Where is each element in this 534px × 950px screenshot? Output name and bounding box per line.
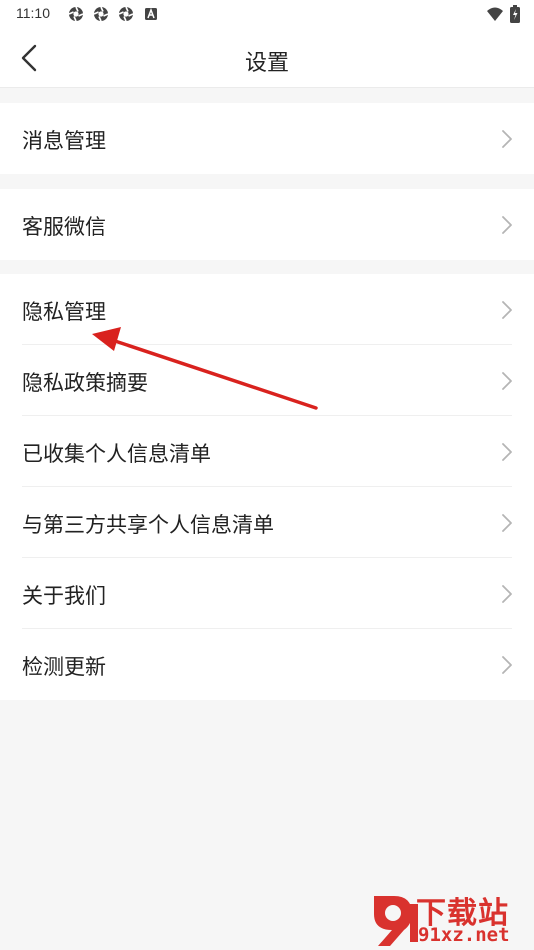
settings-item-customer-service-wechat[interactable]: 客服微信 bbox=[0, 189, 534, 260]
watermark: 下载站 91xz.net bbox=[364, 888, 534, 950]
system-icons bbox=[486, 5, 520, 23]
settings-item-message-management[interactable]: 消息管理 bbox=[0, 103, 534, 174]
settings-item-label: 关于我们 bbox=[22, 584, 106, 608]
a-box-icon bbox=[145, 7, 157, 20]
wifi-icon bbox=[487, 7, 503, 21]
settings-item-privacy-management[interactable]: 隐私管理 bbox=[0, 274, 534, 345]
page-title: 设置 bbox=[244, 51, 289, 76]
chevron-right-icon bbox=[502, 585, 512, 603]
chevron-right-icon bbox=[502, 443, 512, 461]
chevron-right-icon bbox=[502, 216, 512, 234]
battery-charging-icon bbox=[510, 5, 520, 23]
settings-group-privacy: 隐私管理 隐私政策摘要 已收集个人信息清单 与第三方共享个人信息清单 关于我们 bbox=[0, 274, 534, 700]
settings-group-service: 客服微信 bbox=[0, 189, 534, 260]
watermark-logo-icon bbox=[374, 896, 418, 946]
settings-item-about-us[interactable]: 关于我们 bbox=[0, 558, 534, 629]
settings-item-label: 隐私管理 bbox=[22, 300, 106, 324]
settings-item-third-party-sharing-list[interactable]: 与第三方共享个人信息清单 bbox=[0, 487, 534, 558]
settings-item-label: 隐私政策摘要 bbox=[22, 371, 148, 395]
chevron-right-icon bbox=[502, 656, 512, 674]
app-header: 设置 bbox=[0, 28, 534, 88]
settings-item-label: 与第三方共享个人信息清单 bbox=[22, 513, 274, 537]
settings-group-messages: 消息管理 bbox=[0, 103, 534, 174]
watermark-url: 91xz.net bbox=[418, 924, 510, 946]
settings-item-collected-info-list[interactable]: 已收集个人信息清单 bbox=[0, 416, 534, 487]
chevron-right-icon bbox=[502, 514, 512, 532]
settings-item-label: 已收集个人信息清单 bbox=[22, 442, 211, 466]
settings-item-label: 客服微信 bbox=[22, 215, 106, 239]
settings-item-privacy-policy-summary[interactable]: 隐私政策摘要 bbox=[0, 345, 534, 416]
settings-item-check-update[interactable]: 检测更新 bbox=[0, 629, 534, 700]
chevron-right-icon bbox=[502, 372, 512, 390]
settings-item-label: 消息管理 bbox=[22, 129, 106, 153]
chevron-right-icon bbox=[502, 301, 512, 319]
aperture-icon bbox=[68, 6, 84, 22]
aperture-icon bbox=[118, 6, 134, 22]
notification-icons bbox=[68, 6, 159, 22]
settings-item-label: 检测更新 bbox=[22, 655, 106, 679]
chevron-right-icon bbox=[502, 130, 512, 148]
status-bar: 11:10 bbox=[0, 0, 534, 28]
aperture-icon bbox=[93, 6, 109, 22]
status-time: 11:10 bbox=[16, 5, 50, 21]
